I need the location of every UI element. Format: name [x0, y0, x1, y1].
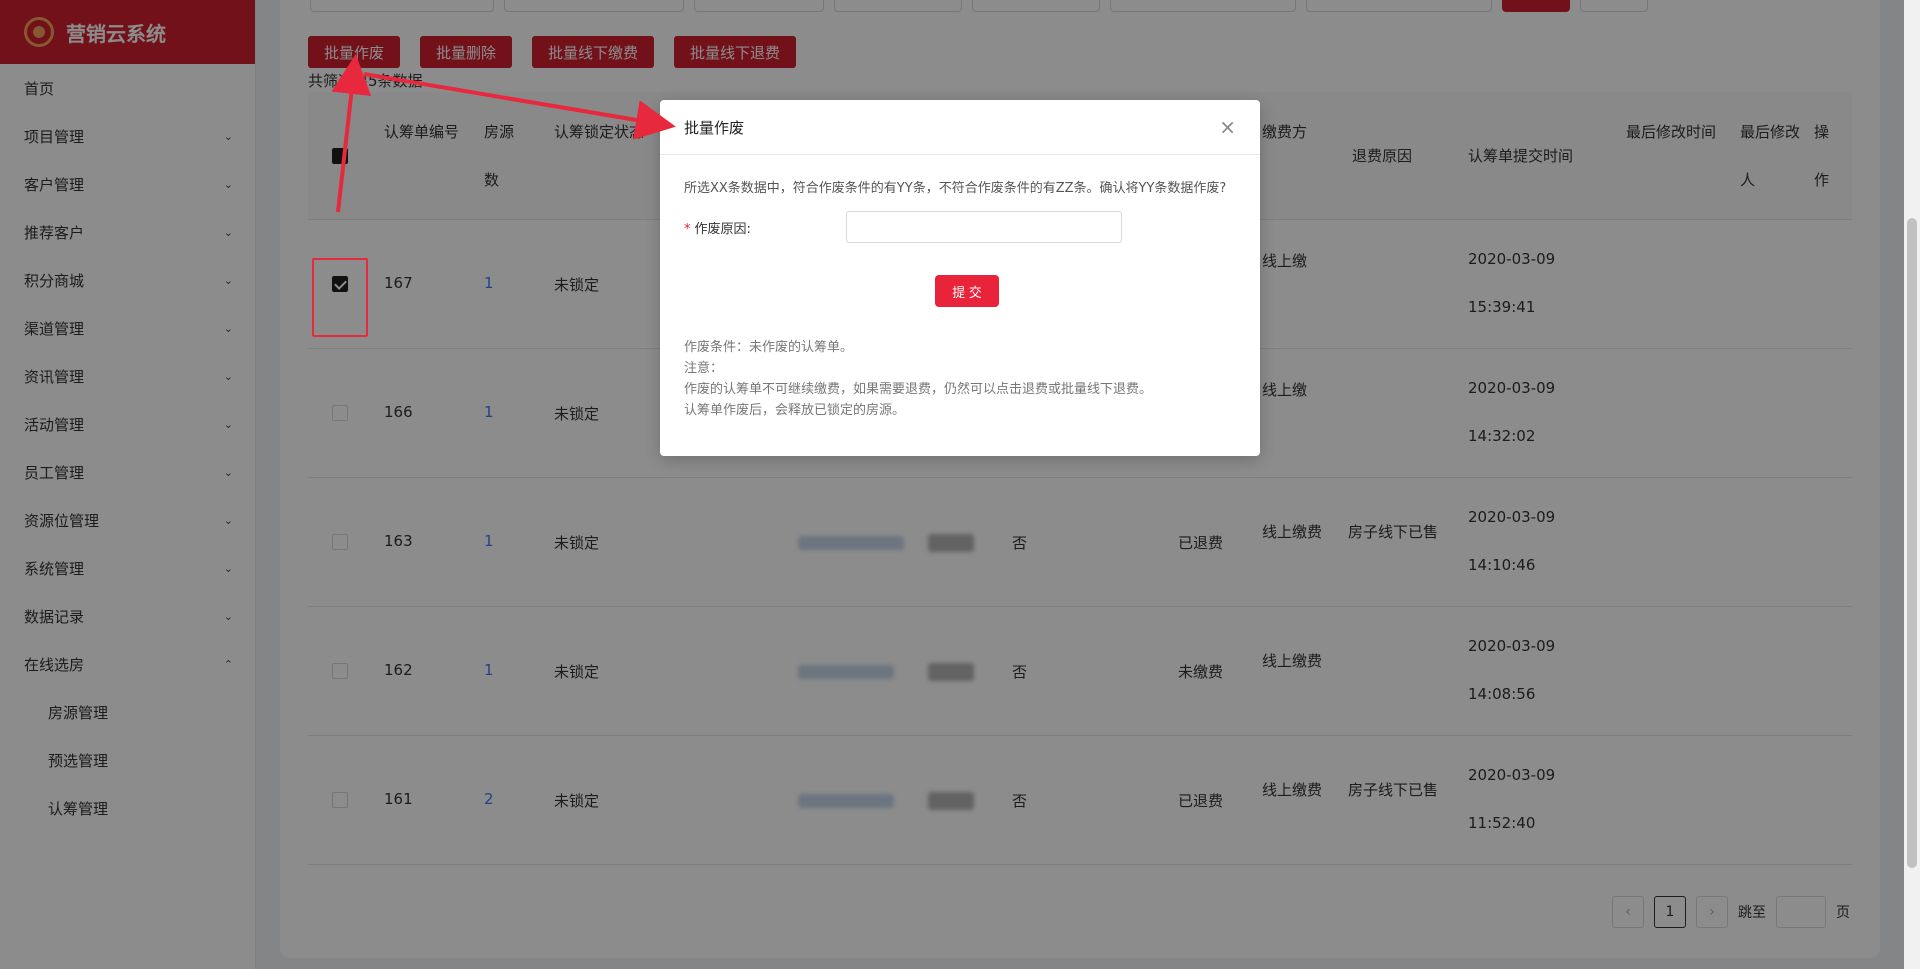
dialog-title: 批量作废: [684, 118, 745, 137]
scrollbar-thumb[interactable]: [1907, 218, 1917, 868]
submit-wrap: 提 交: [684, 275, 1236, 307]
dialog-header: 批量作废 ×: [660, 100, 1260, 155]
note-line: 注意：: [684, 361, 724, 376]
dialog-notes: 作废条件：未作废的认筹单。 注意： 作废的认筹单不可继续缴费，如果需要退费，仍然…: [684, 337, 1236, 421]
note-line: 认筹单作废后，会释放已锁定的房源。: [684, 403, 906, 418]
annotation-box: [312, 258, 368, 337]
void-reason-label: * 作废原因:: [684, 218, 846, 237]
dialog-body: 所选XX条数据中，符合作废条件的有YY条，不符合作废条件的有ZZ条。确认将YY条…: [660, 155, 1260, 421]
void-reason-label-text: 作废原因:: [694, 221, 751, 237]
note-line: 作废条件：未作废的认筹单。: [684, 340, 854, 355]
note-line: 作废的认筹单不可继续缴费，如果需要退费，仍然可以点击退费或批量线下退费。: [684, 382, 1153, 397]
close-icon[interactable]: ×: [1219, 115, 1236, 139]
void-reason-row: * 作废原因:: [684, 211, 1236, 243]
dialog-message: 所选XX条数据中，符合作废条件的有YY条，不符合作废条件的有ZZ条。确认将YY条…: [684, 181, 1227, 196]
submit-button[interactable]: 提 交: [935, 275, 999, 307]
required-mark: *: [684, 221, 691, 237]
void-reason-input[interactable]: [846, 211, 1122, 243]
scrollbar[interactable]: [1904, 0, 1920, 969]
batch-void-dialog: 批量作废 × 所选XX条数据中，符合作废条件的有YY条，不符合作废条件的有ZZ条…: [660, 100, 1260, 456]
